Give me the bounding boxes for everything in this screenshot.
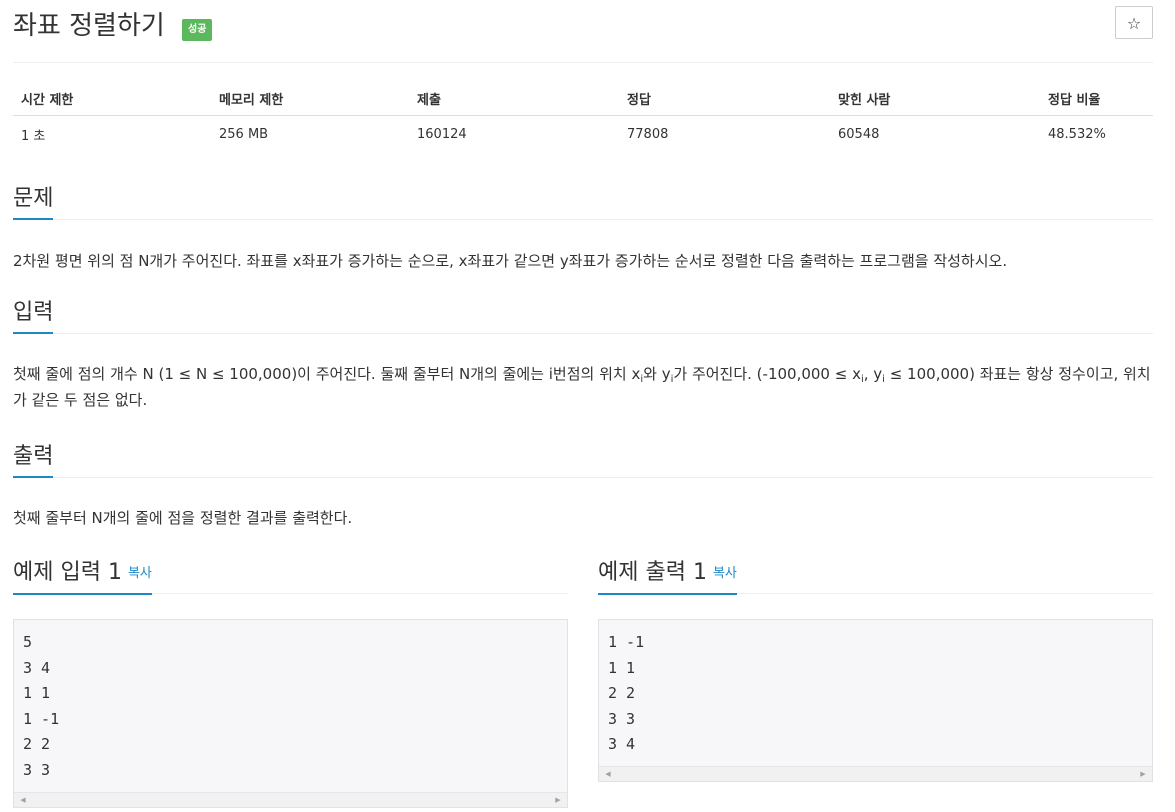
- problem-page: 좌표 정렬하기 성공 ☆ 시간 제한 메모리 제한 제출 정답 맞힌 사람 정답…: [13, 0, 1153, 808]
- status-badge: 성공: [182, 19, 213, 41]
- input-text-part: , y: [863, 365, 883, 383]
- sample-input-content: 5 3 4 1 1 1 -1 2 2 3 3: [23, 633, 60, 779]
- sample-output-box[interactable]: 1 -1 1 1 2 2 3 3 3 4 ◀ ▶: [598, 619, 1153, 782]
- input-title: 입력: [13, 297, 54, 334]
- sample-output-title: 예제 출력 1 복사: [598, 557, 737, 595]
- stats-header-solved-users: 맞힌 사람: [830, 81, 1040, 116]
- scroll-right-icon[interactable]: ▶: [551, 793, 565, 807]
- output-title: 출력: [13, 441, 54, 478]
- stats-solved-users: 60548: [838, 126, 880, 142]
- problem-stats-table: 시간 제한 메모리 제한 제출 정답 맞힌 사람 정답 비율 1 초 256 M…: [13, 81, 1153, 152]
- sample-output-content: 1 -1 1 1 2 2 3 3 3 4: [608, 633, 645, 754]
- problem-header: 좌표 정렬하기 성공 ☆: [13, 0, 1153, 63]
- input-header: 입력: [13, 297, 1153, 334]
- sample-input-box[interactable]: 5 3 4 1 1 1 -1 2 2 3 3 ◀ ▶: [13, 619, 568, 808]
- input-text-part: 첫째 줄에 점의 개수 N (1 ≤ N ≤ 100,000)이 주어진다. 둘…: [13, 365, 641, 383]
- star-icon: ☆: [1126, 14, 1142, 33]
- stats-header-accept-ratio: 정답 비율: [1040, 81, 1153, 116]
- stats-value-row: 1 초 256 MB 160124 77808 60548 48.532%: [13, 116, 1153, 153]
- problem-description-section: 문제 2차원 평면 위의 점 N개가 주어진다. 좌표를 x좌표가 증가하는 순…: [13, 183, 1153, 274]
- scroll-left-icon[interactable]: ◀: [601, 767, 615, 781]
- stats-header-memory-limit: 메모리 제한: [211, 81, 409, 116]
- scroll-right-icon[interactable]: ▶: [1136, 767, 1150, 781]
- input-section: 입력 첫째 줄에 점의 개수 N (1 ≤ N ≤ 100,000)이 주어진다…: [13, 297, 1153, 413]
- scroll-left-icon[interactable]: ◀: [16, 793, 30, 807]
- stats-submissions: 160124: [417, 126, 467, 142]
- problem-description-header: 문제: [13, 183, 1153, 220]
- stats-header-row: 시간 제한 메모리 제한 제출 정답 맞힌 사람 정답 비율: [13, 81, 1153, 116]
- problem-description-text: 2차원 평면 위의 점 N개가 주어진다. 좌표를 x좌표가 증가하는 순으로,…: [13, 252, 1008, 270]
- sample-output-scrollbar[interactable]: ◀ ▶: [599, 766, 1152, 781]
- stats-header-accepted: 정답: [619, 81, 830, 116]
- copy-sample-output-button[interactable]: 복사: [713, 566, 737, 581]
- stats-accepted: 77808: [627, 126, 669, 142]
- output-header: 출력: [13, 441, 1153, 478]
- star-button[interactable]: ☆: [1115, 6, 1153, 39]
- problem-description-title: 문제: [13, 183, 54, 220]
- stats-header-time-limit: 시간 제한: [13, 81, 211, 116]
- stats-time-limit: 1 초: [21, 128, 46, 144]
- sample-output-title-text: 예제 출력 1: [598, 560, 707, 585]
- input-text-part: 가 주어진다. (-100,000 ≤ x: [673, 365, 861, 383]
- input-text: 첫째 줄에 점의 개수 N (1 ≤ N ≤ 100,000)이 주어진다. 둘…: [13, 361, 1153, 413]
- stats-memory-limit: 256 MB: [219, 126, 269, 142]
- sample-input-header: 예제 입력 1 복사: [13, 557, 568, 595]
- problem-title: 좌표 정렬하기: [13, 11, 165, 41]
- stats-header-submissions: 제출: [409, 81, 619, 116]
- sample-input-scrollbar[interactable]: ◀ ▶: [14, 792, 567, 807]
- copy-sample-input-button[interactable]: 복사: [128, 566, 152, 581]
- input-text-part: 와 y: [643, 365, 671, 383]
- sample-input-section: 예제 입력 1 복사 5 3 4 1 1 1 -1 2 2 3 3 ◀ ▶: [13, 557, 568, 808]
- stats-accept-ratio: 48.532%: [1048, 126, 1106, 142]
- sample-input-title-text: 예제 입력 1: [13, 560, 122, 585]
- sample-input-title: 예제 입력 1 복사: [13, 557, 152, 595]
- sample-output-section: 예제 출력 1 복사 1 -1 1 1 2 2 3 3 3 4 ◀ ▶: [598, 557, 1153, 782]
- output-section: 출력 첫째 줄부터 N개의 줄에 점을 정렬한 결과를 출력한다.: [13, 441, 1153, 531]
- output-text: 첫째 줄부터 N개의 줄에 점을 정렬한 결과를 출력한다.: [13, 509, 353, 527]
- sample-output-header: 예제 출력 1 복사: [598, 557, 1153, 595]
